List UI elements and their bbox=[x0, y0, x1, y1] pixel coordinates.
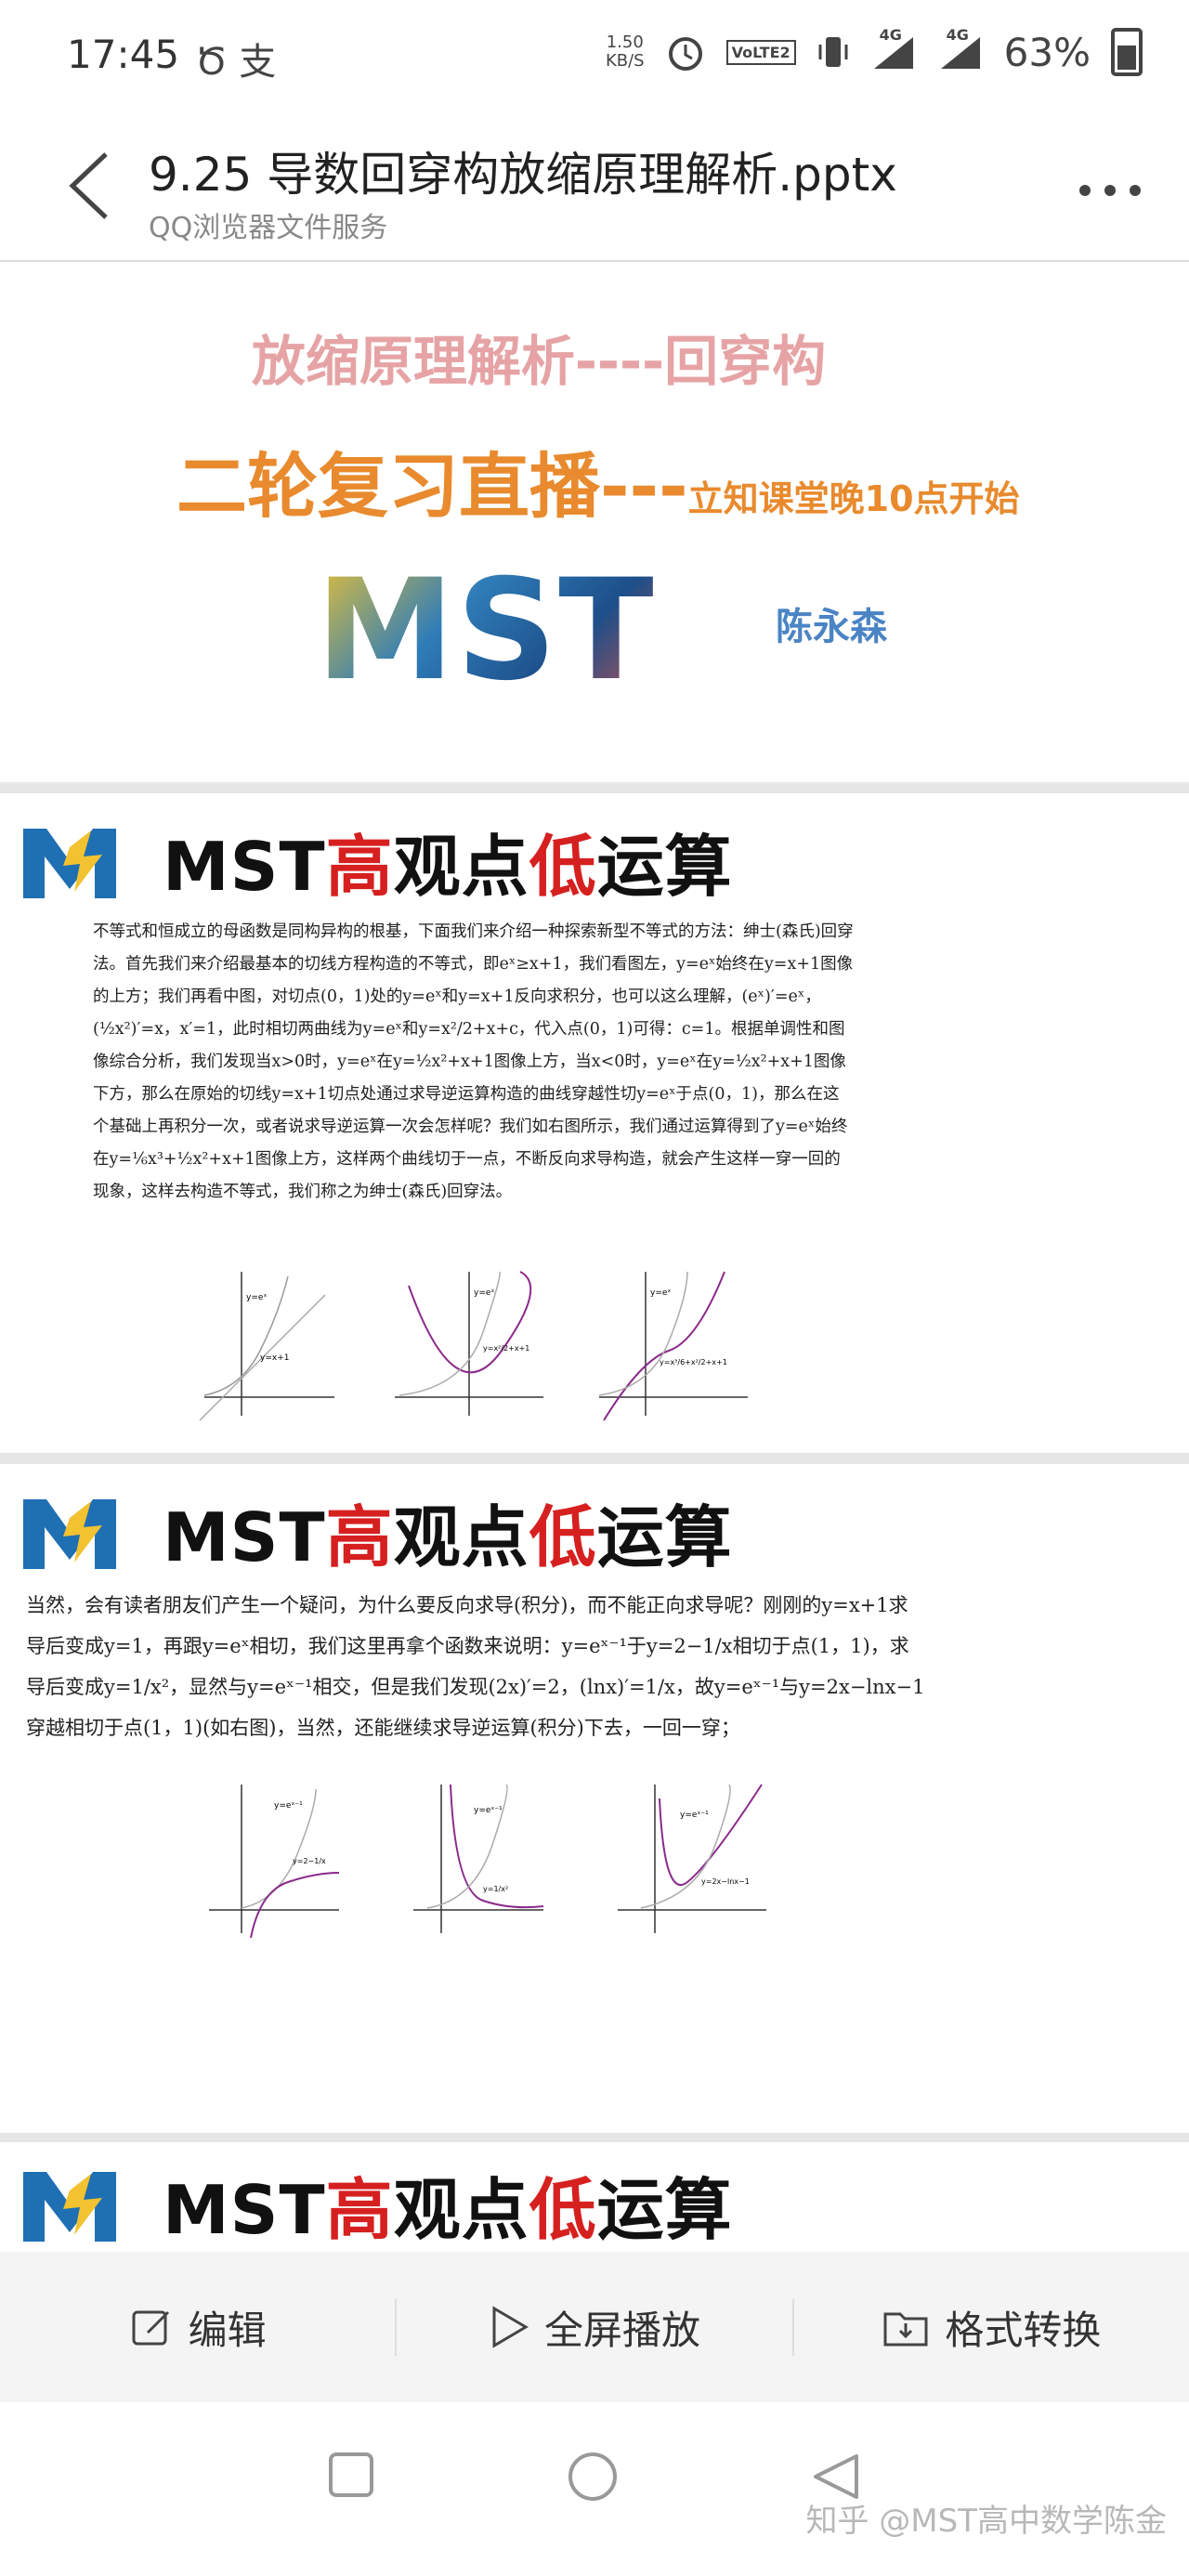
brand-text: MST高观点低运算 bbox=[163, 2171, 733, 2249]
notification-icons: Ծ 支 bbox=[195, 41, 277, 84]
svg-text:y=eˣ⁻¹: y=eˣ⁻¹ bbox=[274, 1801, 303, 1811]
svg-text:y=x²/2+x+1: y=x²/2+x+1 bbox=[483, 1344, 529, 1353]
system-nav-bar: 知乎 @MST高中数学陈金 bbox=[0, 2402, 1189, 2576]
mst-m-logo-icon bbox=[19, 1490, 121, 1574]
mst-m-logo-icon bbox=[19, 2163, 121, 2246]
slide2-paragraph: 不等式和恒成立的母函数是同构异构的根基，下面我们来介绍一种探索新型不等式的方法：… bbox=[93, 922, 854, 1201]
slide1-subtitle: 二轮复习直播---立知课堂晚10点开始 bbox=[176, 445, 1020, 528]
fullscreen-play-button[interactable]: 全屏播放 bbox=[395, 2298, 791, 2356]
signal-icon-2: 4G bbox=[937, 26, 984, 72]
graph-log-tangent: y=eˣ⁻¹ y=2x−lnx−1 bbox=[618, 1784, 766, 1933]
mst-logo: MST bbox=[316, 550, 656, 712]
edit-icon bbox=[132, 2310, 169, 2346]
vibrate-icon bbox=[818, 37, 848, 67]
graph-exp-shift-inverse: y=eˣ⁻¹ y=2−1/x bbox=[209, 1785, 340, 1938]
svg-text:y=1/x²: y=1/x² bbox=[483, 1885, 508, 1893]
graph-exp-quadratic: y=eˣ y=x²/2+x+1 bbox=[395, 1271, 543, 1416]
graph-inverse-square: y=eˣ⁻¹ y=1/x² bbox=[413, 1784, 544, 1933]
network-speed: 1.50 KB/S bbox=[605, 33, 645, 71]
title-bar: 9.25 导数回穿构放缩原理解析.pptx QQ浏览器文件服务 bbox=[0, 111, 1189, 262]
slide1-author: 陈永森 bbox=[776, 606, 887, 648]
brand-header: MST高观点低运算 bbox=[19, 1483, 733, 1580]
graph-exp-cubic: y=eˣ y=x³/6+x²/2+x+1 bbox=[598, 1271, 748, 1421]
svg-text:y=eˣ: y=eˣ bbox=[650, 1288, 671, 1298]
slide-1[interactable]: 放缩原理解析----回穿构 二轮复习直播---立知课堂晚10点开始 MST 陈永… bbox=[0, 262, 1189, 782]
slide3-paragraph: 当然，会有读者朋友们产生一个疑问，为什么要反向求导(积分)，而不能正向求导呢？刚… bbox=[26, 1594, 925, 1739]
home-icon[interactable] bbox=[567, 2451, 619, 2506]
slide-3[interactable]: MST高观点低运算 当然，会有读者朋友们产生一个疑问，为什么要反向求导(积分)，… bbox=[0, 1464, 1189, 2133]
svg-text:y=2−1/x: y=2−1/x bbox=[293, 1857, 326, 1865]
slide-4[interactable]: MST高观点低运算 bbox=[0, 2142, 1189, 2254]
battery-percent: 63% bbox=[1003, 29, 1091, 75]
mst-m-logo-icon bbox=[19, 819, 121, 903]
slide1-title: 放缩原理解析----回穿构 bbox=[251, 330, 827, 393]
status-bar: 17:45 Ծ 支 1.50 KB/S VoLTE2 4G 4G 63% bbox=[0, 0, 1189, 111]
recent-apps-icon[interactable] bbox=[327, 2451, 375, 2503]
play-icon bbox=[492, 2306, 529, 2348]
svg-text:y=eˣ: y=eˣ bbox=[474, 1288, 494, 1298]
folder-convert-icon bbox=[883, 2312, 928, 2347]
watermark: 知乎 @MST高中数学陈金 bbox=[805, 2503, 1168, 2540]
svg-text:y=eˣ⁻¹: y=eˣ⁻¹ bbox=[680, 1811, 709, 1820]
graph-exp-tangent: y=eˣ y=x+1 bbox=[199, 1272, 334, 1421]
alarm-icon bbox=[668, 37, 702, 71]
brand-header: MST高观点低运算 bbox=[19, 2155, 733, 2253]
file-title: 9.25 导数回穿构放缩原理解析.pptx bbox=[149, 148, 897, 202]
slide3-graphs: y=eˣ⁻¹ y=2−1/x y=eˣ⁻¹ y=1/x² y=eˣ⁻¹ y=2x… bbox=[204, 1780, 771, 1938]
status-time: 17:45 bbox=[67, 32, 180, 77]
file-source: QQ浏览器文件服务 bbox=[149, 212, 388, 244]
more-options-icon[interactable] bbox=[1078, 149, 1143, 214]
svg-text:y=x+1: y=x+1 bbox=[260, 1353, 289, 1363]
format-convert-button[interactable]: 格式转换 bbox=[791, 2298, 1189, 2356]
volte-icon: VoLTE2 bbox=[725, 39, 796, 65]
slide2-graphs: y=eˣ y=x+1 y=eˣ y=x²/2+x+1 y=eˣ y=x³/6+x… bbox=[195, 1267, 752, 1425]
back-icon[interactable] bbox=[65, 149, 111, 235]
brand-header: MST高观点低运算 bbox=[19, 812, 733, 909]
edit-button[interactable]: 编辑 bbox=[0, 2299, 395, 2356]
svg-text:y=x³/6+x²/2+x+1: y=x³/6+x²/2+x+1 bbox=[660, 1358, 727, 1366]
brand-text: MST高观点低运算 bbox=[163, 828, 733, 906]
svg-text:y=2x−lnx−1: y=2x−lnx−1 bbox=[701, 1877, 750, 1886]
bottom-toolbar: 编辑 全屏播放 格式转换 bbox=[0, 2252, 1189, 2402]
battery-icon bbox=[1111, 28, 1143, 76]
brand-text: MST高观点低运算 bbox=[163, 1498, 733, 1576]
signal-icon-1: 4G bbox=[870, 26, 917, 72]
svg-text:y=eˣ⁻¹: y=eˣ⁻¹ bbox=[474, 1806, 503, 1815]
status-right: 1.50 KB/S VoLTE2 4G 4G 63% bbox=[605, 26, 1143, 76]
slide-2[interactable]: MST高观点低运算 不等式和恒成立的母函数是同构异构的根基，下面我们来介绍一种探… bbox=[0, 793, 1189, 1453]
svg-text:y=eˣ: y=eˣ bbox=[246, 1293, 267, 1302]
